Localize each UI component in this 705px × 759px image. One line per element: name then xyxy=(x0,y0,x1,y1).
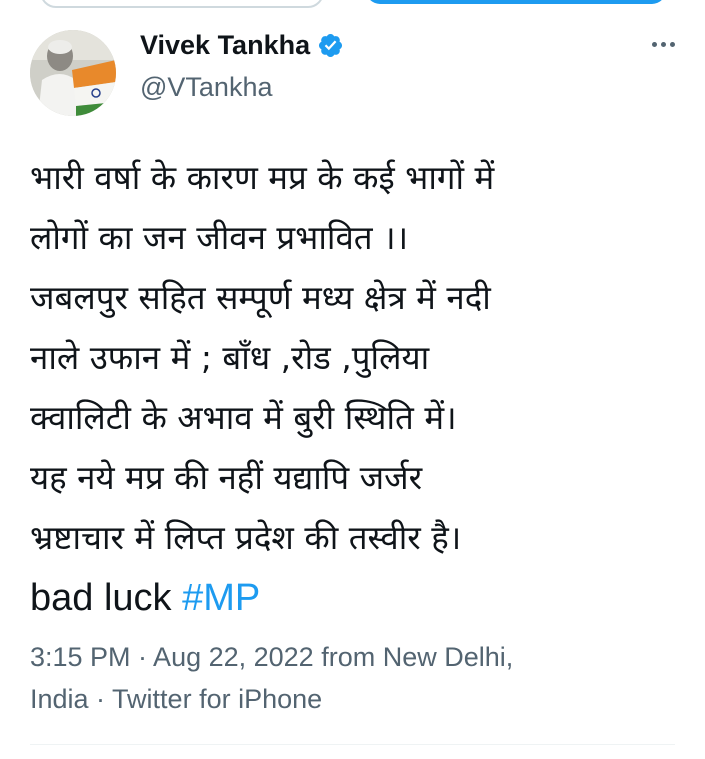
tweet-last-line: bad luck #MP xyxy=(30,568,690,629)
tweet-line: नाले उफान में ; बाँध ,रोड ,पुलिया xyxy=(30,338,430,377)
more-options-icon xyxy=(651,41,657,47)
author-name-row: Vivek Tankha xyxy=(140,30,344,61)
tweet-text: भारी वर्षा के कारण मप्र के कई भागों में … xyxy=(30,148,690,629)
tweet-line: यह नये मप्र की नहीं यद्यापि जर्जर xyxy=(30,458,423,497)
tweet-line: लोगों का जन जीवन प्रभावित ।। xyxy=(30,218,409,257)
tweet-latin-text: bad luck xyxy=(30,577,183,619)
tweet-line: भारी वर्षा के कारण मप्र के कई भागों में xyxy=(30,158,495,197)
tweet-line: जबलपुर सहित सम्पूर्ण मध्य क्षेत्र में नद… xyxy=(30,278,491,317)
more-options-button[interactable] xyxy=(646,30,680,58)
verified-badge-icon xyxy=(317,32,344,59)
top-action-bar xyxy=(0,0,705,8)
tweet-metadata: 3:15 PM · Aug 22, 2022 from New Delhi, I… xyxy=(30,636,513,720)
author-display-name[interactable]: Vivek Tankha xyxy=(140,30,310,61)
tweet-line: भ्रष्टाचार में लिप्त प्रदेश की तस्वीर है… xyxy=(30,518,462,557)
tweet-timestamp-location[interactable]: 3:15 PM · Aug 22, 2022 from New Delhi, xyxy=(30,636,513,678)
divider xyxy=(30,744,675,745)
hashtag-link[interactable]: #MP xyxy=(182,577,260,619)
author-handle[interactable]: @VTankha xyxy=(140,72,272,103)
follow-outline-button[interactable] xyxy=(40,0,324,8)
tweet-source[interactable]: India · Twitter for iPhone xyxy=(30,678,513,720)
more-options-icon xyxy=(669,41,675,47)
primary-action-button[interactable] xyxy=(366,0,666,4)
more-options-icon xyxy=(660,41,666,47)
avatar[interactable] xyxy=(30,30,116,116)
tweet-line: क्वालिटी के अभाव में बुरी स्थिति में। xyxy=(30,398,457,437)
avatar-photo-icon xyxy=(30,30,116,116)
